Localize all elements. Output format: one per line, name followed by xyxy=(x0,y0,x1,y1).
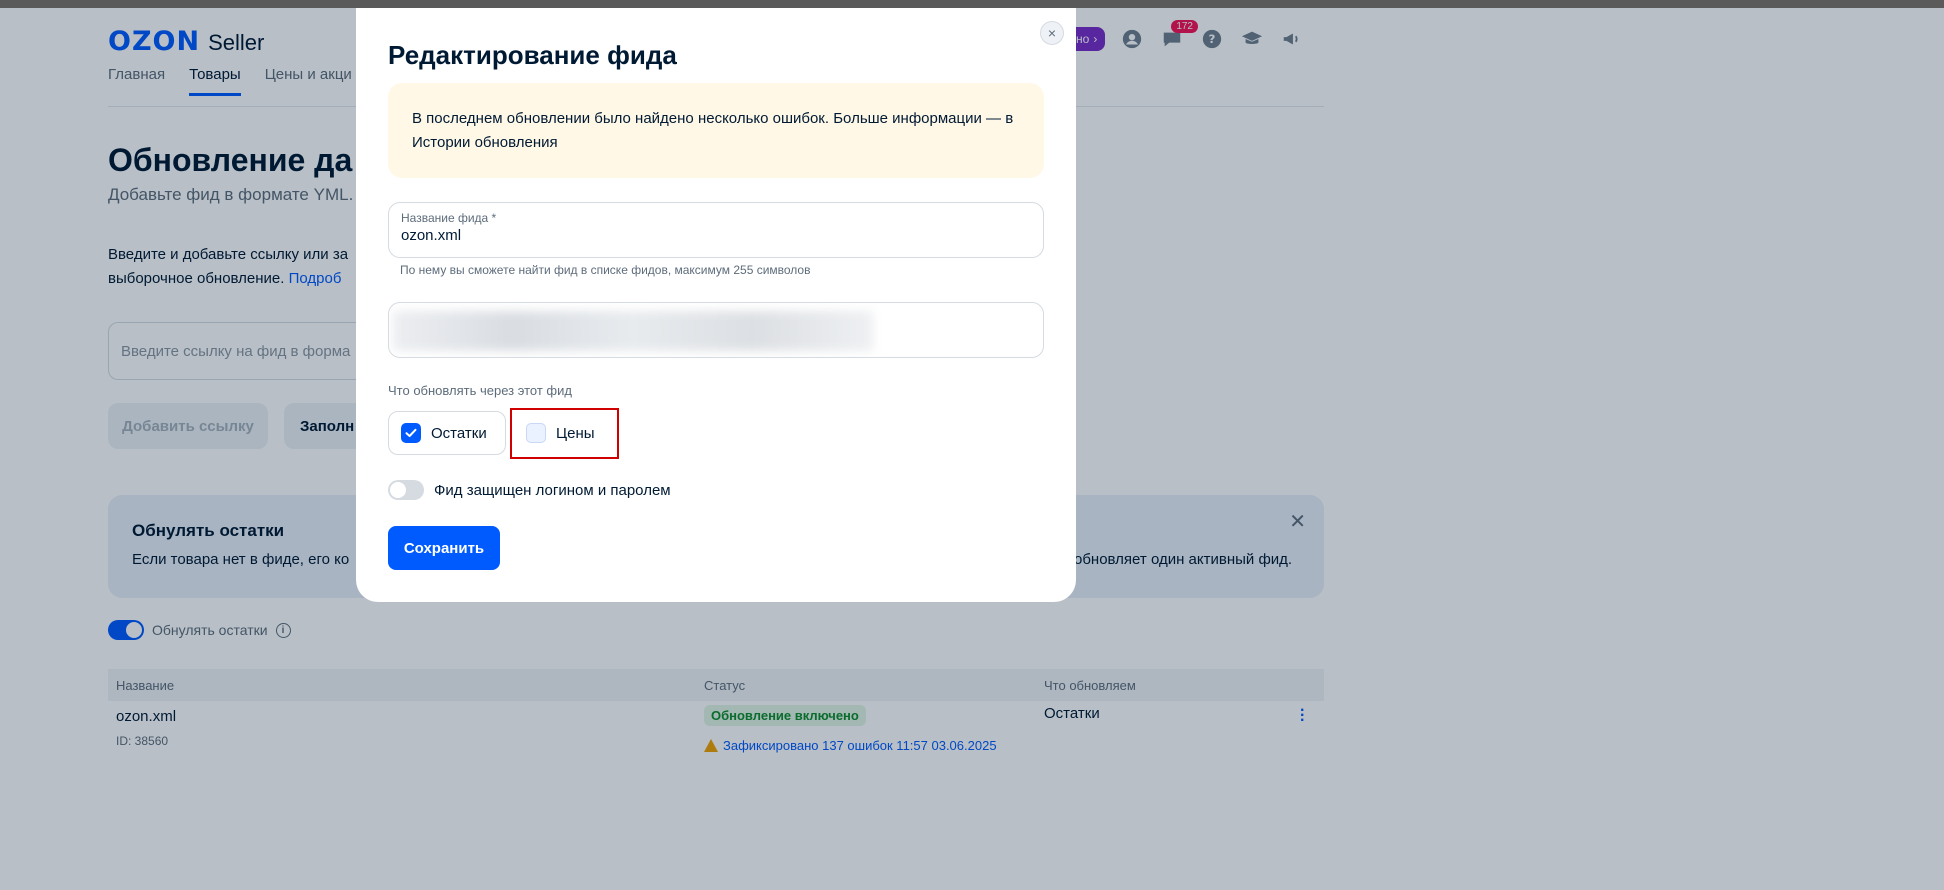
feed-name-label: Название фида * xyxy=(401,211,497,225)
feed-name-input[interactable]: ozon.xml xyxy=(401,227,1031,244)
update-options-label: Что обновлять через этот фид xyxy=(388,383,572,398)
checkmark-icon xyxy=(401,423,421,443)
auth-toggle-row: Фид защищен логином и паролем xyxy=(388,480,671,500)
feed-url-field[interactable] xyxy=(388,302,1044,358)
modal-title: Редактирование фида xyxy=(388,40,677,70)
stock-checkbox-label: Остатки xyxy=(431,424,487,442)
highlight-frame xyxy=(510,408,619,459)
browser-top-strip xyxy=(0,0,1944,8)
edit-feed-modal: × Редактирование фида В последнем обновл… xyxy=(356,8,1076,602)
feed-name-field[interactable]: Название фида * ozon.xml xyxy=(388,202,1044,258)
auth-toggle-label: Фид защищен логином и паролем xyxy=(434,481,671,499)
redacted-url xyxy=(393,311,873,351)
stock-checkbox[interactable]: Остатки xyxy=(388,411,506,455)
auth-toggle[interactable] xyxy=(388,480,424,500)
feed-name-hint: По нему вы сможете найти фид в списке фи… xyxy=(400,263,811,277)
close-icon[interactable]: × xyxy=(1040,21,1064,45)
save-button[interactable]: Сохранить xyxy=(388,526,500,570)
errors-alert: В последнем обновлении было найдено неск… xyxy=(388,83,1044,178)
